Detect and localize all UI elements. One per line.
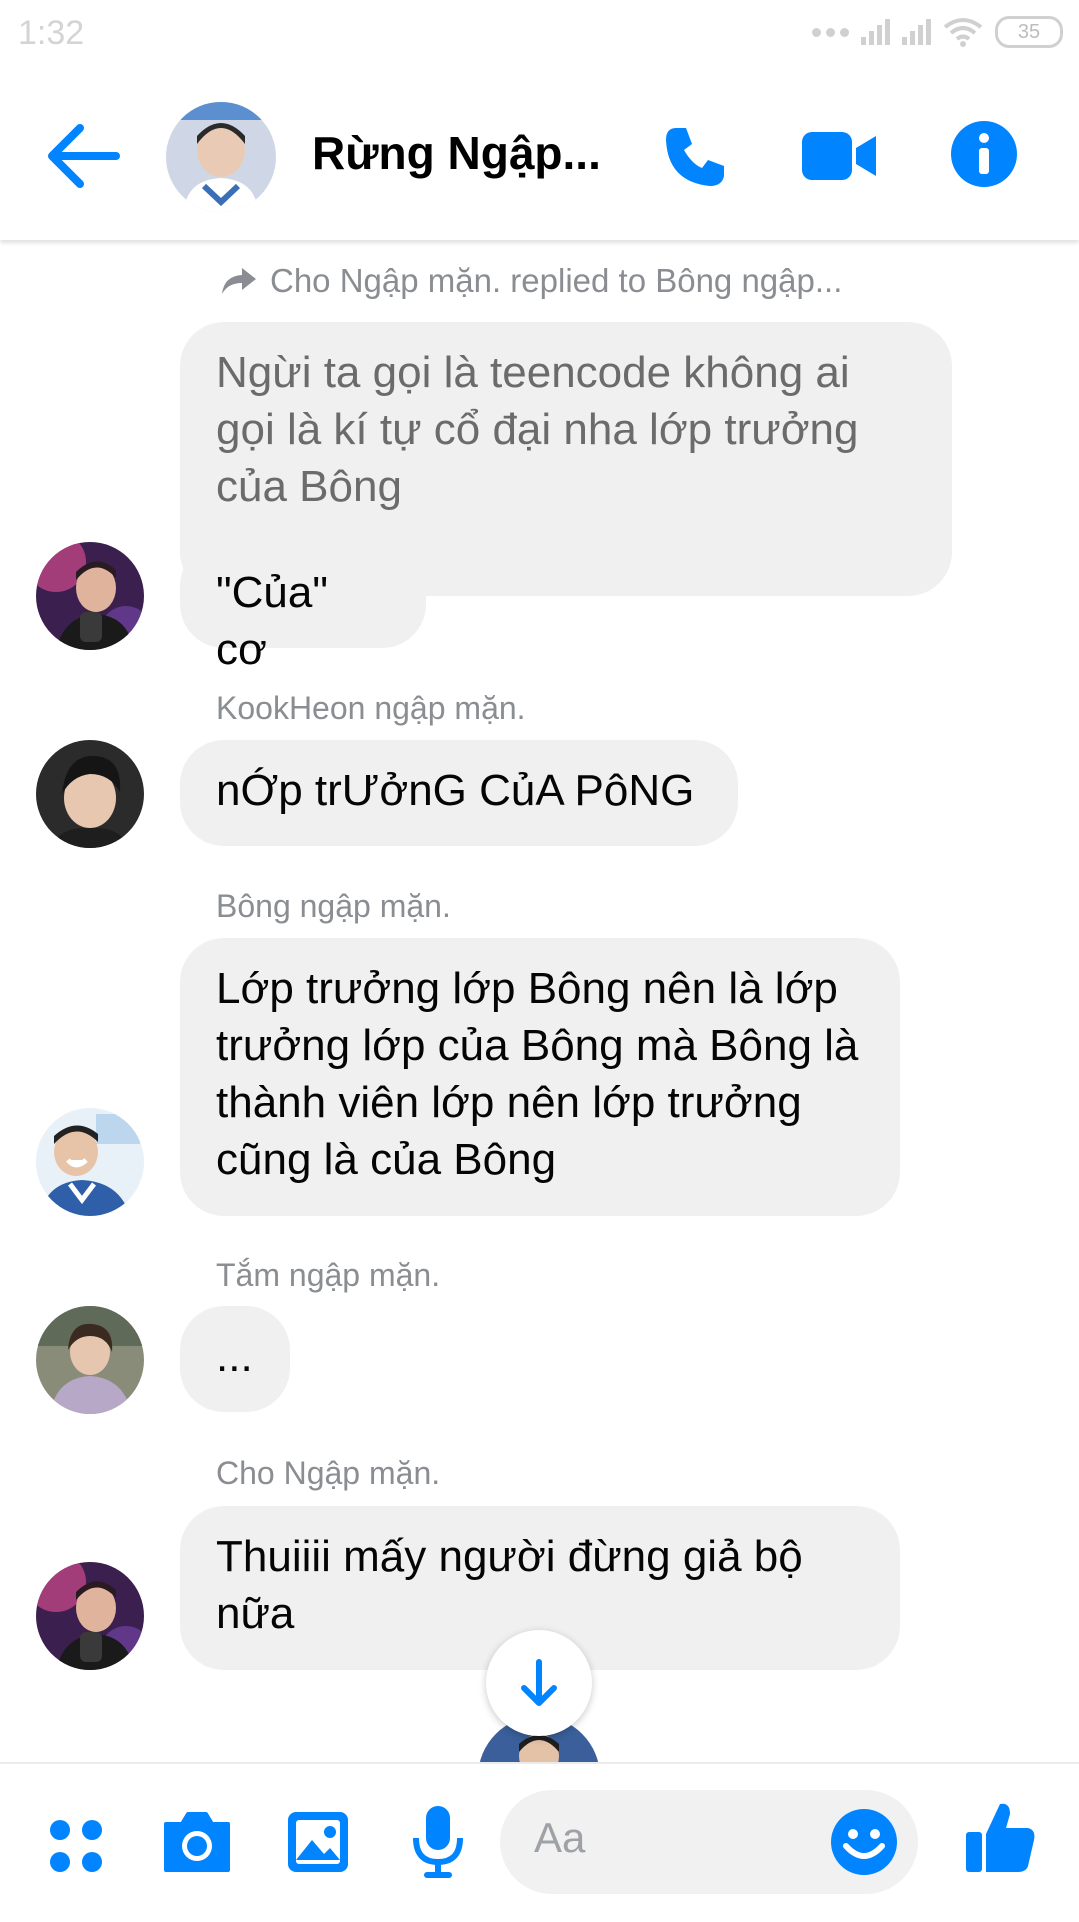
message-composer: Aa xyxy=(0,1762,1079,1922)
conversation-title[interactable]: Rừng Ngập... xyxy=(312,126,601,180)
avatar-kookheon[interactable] xyxy=(36,740,144,848)
sender-name: KookHeon ngập mặn. xyxy=(216,690,526,726)
reply-reference-text: Cho Ngập mặn. replied to Bông ngập... xyxy=(270,262,843,299)
thumbs-up-icon[interactable] xyxy=(964,1800,1036,1874)
message-text: nỚp trƯởnG CủA PôNG xyxy=(216,766,695,815)
sender-name: Bông ngập mặn. xyxy=(216,888,451,924)
avatar-tam[interactable] xyxy=(36,1306,144,1414)
quoted-message-text: Ngừi ta gọi là teencode không ai gọi là … xyxy=(216,348,859,511)
battery-indicator: 35 xyxy=(995,16,1063,48)
sender-name: Cho Ngập mặn. xyxy=(216,1455,441,1491)
message-text: ... xyxy=(216,1332,253,1381)
info-icon[interactable] xyxy=(950,120,1018,188)
conversation-header: Rừng Ngập... xyxy=(0,72,1079,240)
reply-arrow-icon xyxy=(222,268,256,294)
phone-icon[interactable] xyxy=(662,124,728,190)
signal-icon xyxy=(861,19,890,45)
image-icon[interactable] xyxy=(286,1810,350,1874)
message-bubble[interactable]: nỚp trƯởnG CủA PôNG xyxy=(180,740,738,846)
status-time: 1:32 xyxy=(18,14,85,52)
signal-icon-2 xyxy=(902,19,931,45)
status-bar: 1:32 35 xyxy=(0,0,1079,72)
video-camera-icon[interactable] xyxy=(802,128,878,184)
apps-grid-icon[interactable] xyxy=(48,1818,104,1874)
message-input-placeholder: Aa xyxy=(534,1814,586,1861)
message-text: Thuiiii mấy người đừng giả bộ nữa xyxy=(216,1532,803,1638)
camera-icon[interactable] xyxy=(162,1810,232,1874)
message-input[interactable]: Aa xyxy=(500,1790,918,1894)
back-arrow-icon[interactable] xyxy=(42,120,122,192)
message-bubble[interactable]: ... xyxy=(180,1306,290,1412)
avatar-cho[interactable] xyxy=(36,542,144,650)
status-indicators: 35 xyxy=(812,16,1063,48)
message-bubble[interactable]: "Của" cơ xyxy=(180,542,426,674)
message-text: "Của" cơ xyxy=(216,568,328,674)
arrow-down-icon xyxy=(521,1659,557,1706)
sender-name: Tắm ngập mặn. xyxy=(216,1257,441,1293)
microphone-icon[interactable] xyxy=(410,1804,466,1880)
avatar-cho[interactable] xyxy=(36,1562,144,1670)
avatar-bong[interactable] xyxy=(36,1108,144,1216)
message-bubble[interactable]: Lớp trưởng lớp Bông nên là lớp trưởng lớ… xyxy=(180,938,900,1216)
reply-reference: Cho Ngập mặn. replied to Bông ngập... xyxy=(220,262,842,300)
message-text: Lớp trưởng lớp Bông nên là lớp trưởng lớ… xyxy=(216,964,859,1184)
scroll-to-bottom-button[interactable] xyxy=(486,1630,592,1736)
wifi-icon xyxy=(943,18,983,47)
network-activity-icon xyxy=(812,27,849,37)
group-avatar[interactable] xyxy=(166,102,276,212)
emoji-icon[interactable] xyxy=(830,1808,898,1876)
